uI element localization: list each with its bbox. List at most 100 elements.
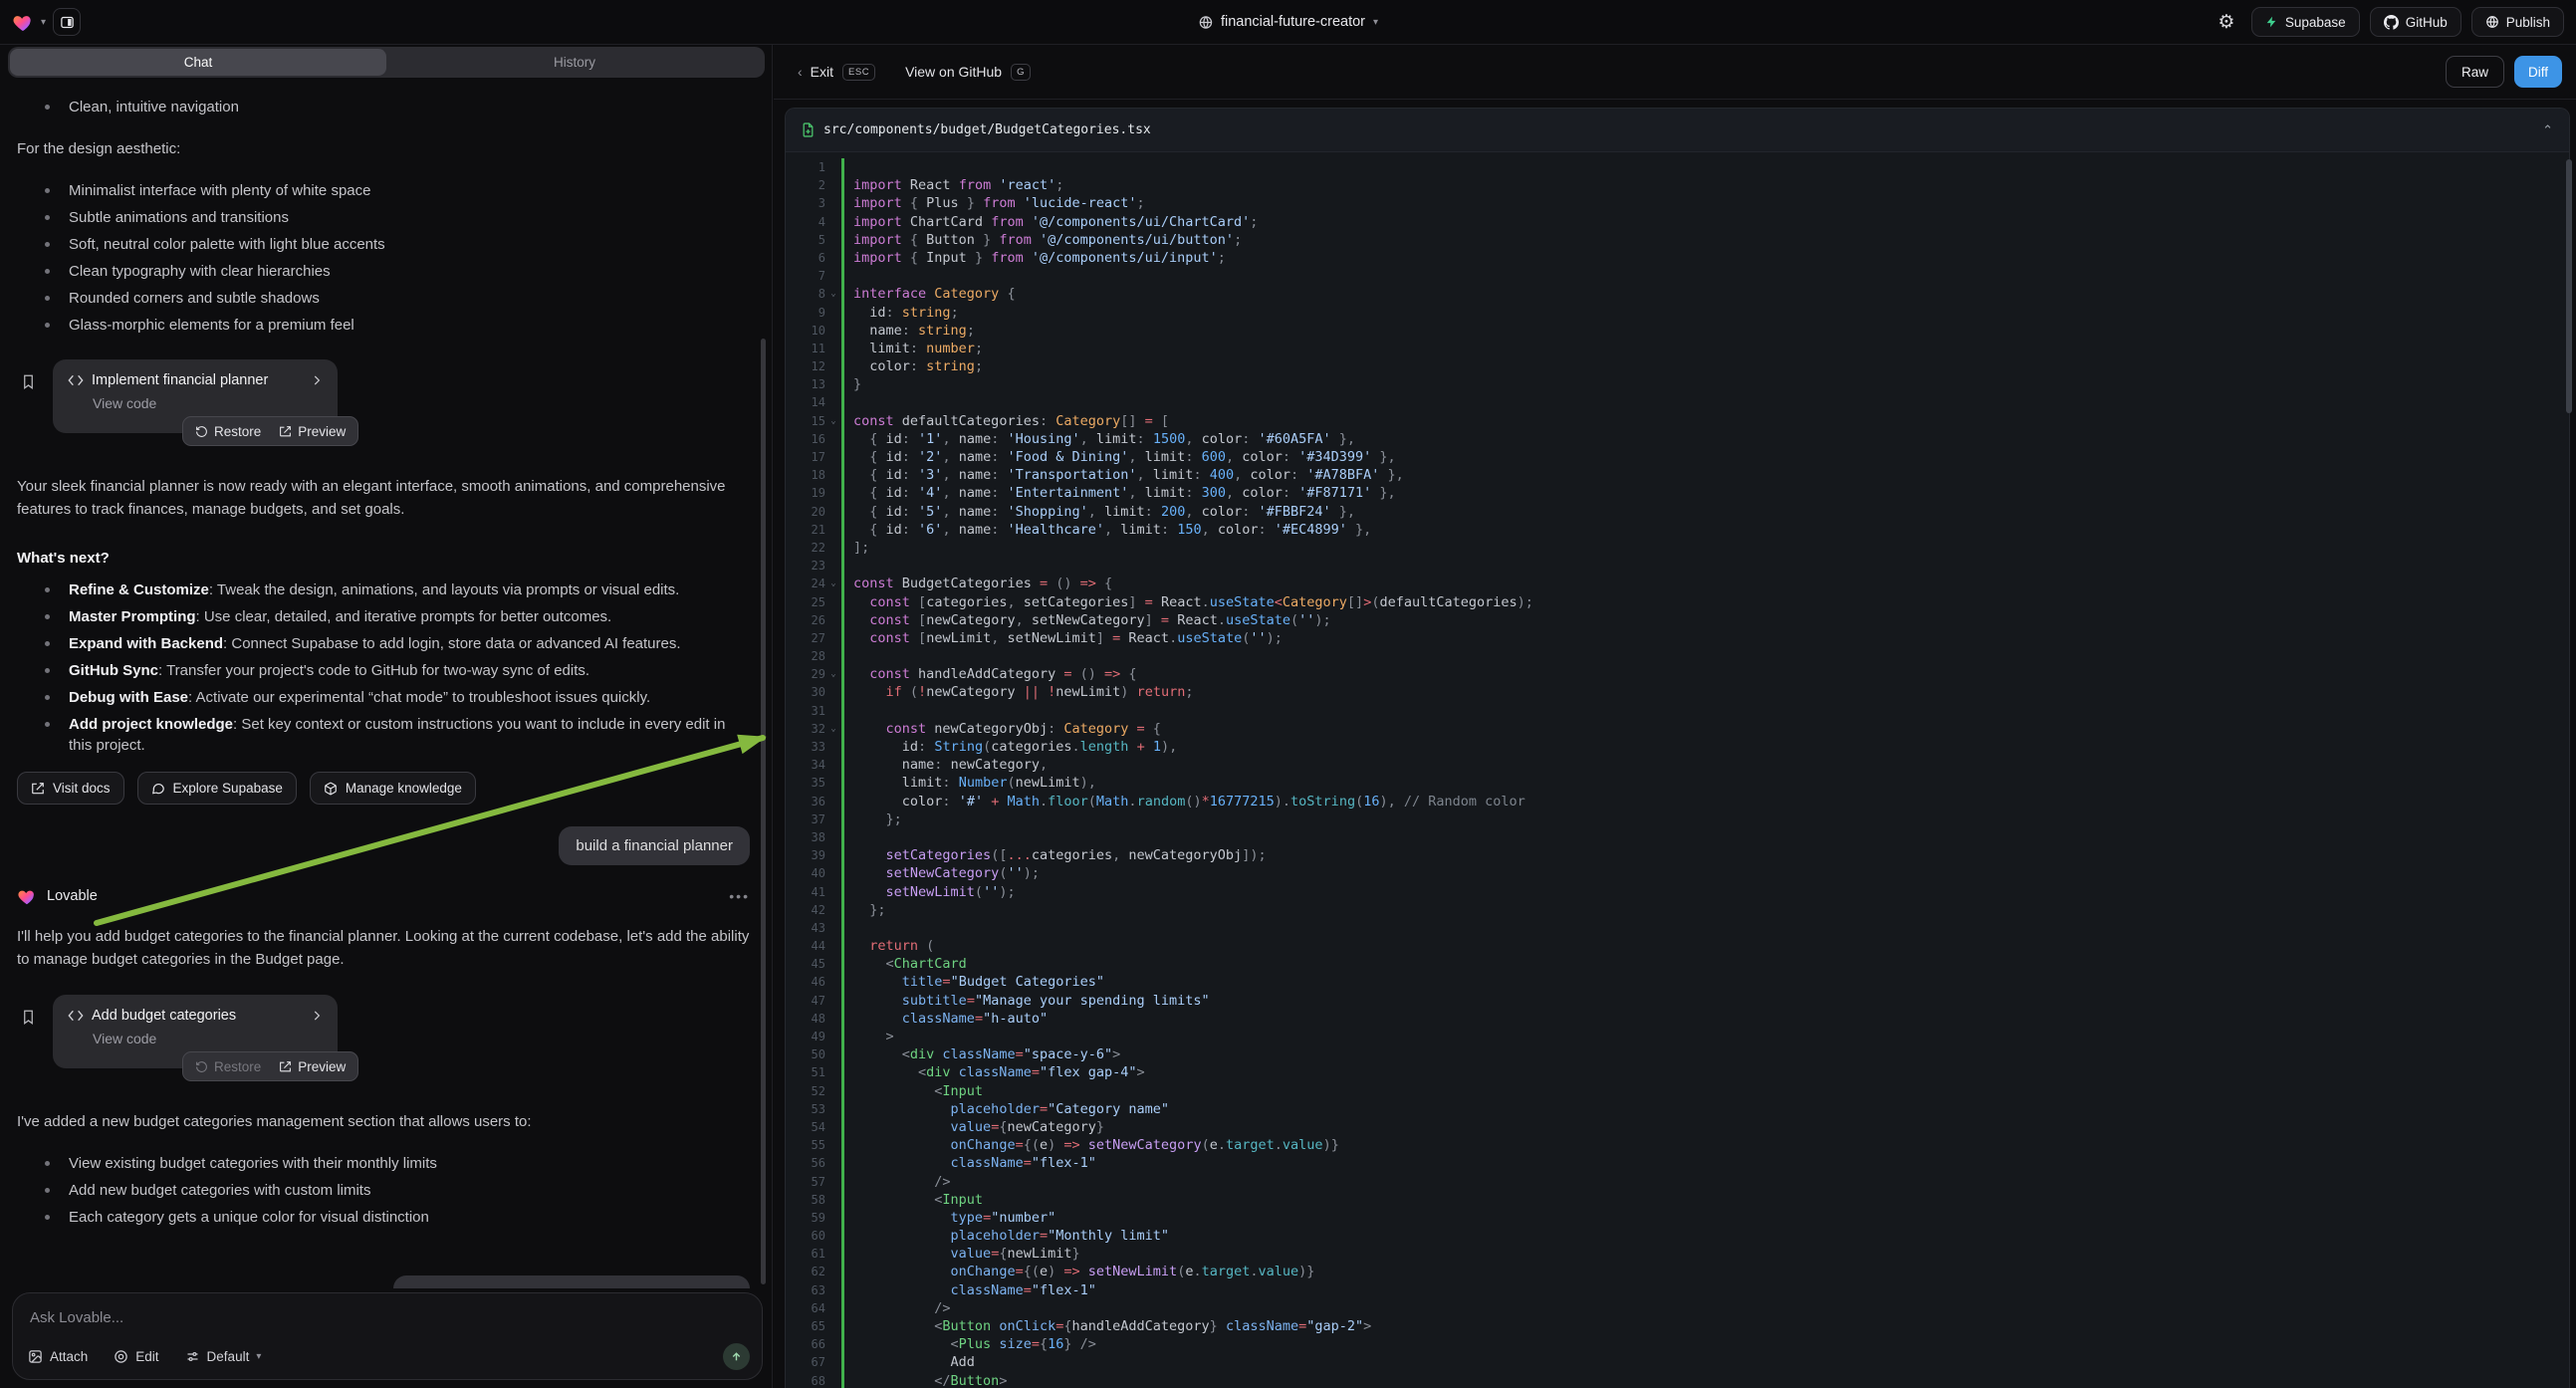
chat-scrollbar[interactable] bbox=[761, 339, 766, 1284]
lovable-logo[interactable] bbox=[12, 12, 34, 32]
chip-explore-supabase[interactable]: Explore Supabase bbox=[137, 772, 297, 805]
line-content bbox=[841, 158, 2569, 176]
line-number: 45 bbox=[786, 955, 825, 973]
composer[interactable]: Ask Lovable... Attach Edit bbox=[12, 1292, 763, 1380]
code-line: 58 <Input bbox=[786, 1191, 2569, 1209]
file-header[interactable]: src/components/budget/BudgetCategories.t… bbox=[786, 109, 2569, 152]
restore-button[interactable]: Restore bbox=[195, 1059, 261, 1074]
fold-gutter bbox=[825, 955, 841, 973]
diff-button[interactable]: Diff bbox=[2514, 56, 2562, 88]
view-code-link[interactable]: View code bbox=[93, 1031, 324, 1046]
line-content: import React from 'react'; bbox=[841, 176, 2569, 194]
line-number: 26 bbox=[786, 611, 825, 629]
restore-button[interactable]: Restore bbox=[195, 424, 261, 439]
fold-chevron-icon[interactable]: ⌄ bbox=[825, 285, 841, 303]
line-content: }; bbox=[841, 810, 2569, 828]
fold-gutter bbox=[825, 539, 841, 557]
settings-button[interactable]: ⚙ bbox=[2212, 7, 2241, 37]
fold-chevron-icon[interactable]: ⌄ bbox=[825, 412, 841, 430]
chat-bullet-list: View existing budget categories with the… bbox=[17, 1153, 750, 1228]
chip-label: Manage knowledge bbox=[346, 781, 462, 796]
code-line: 39 setCategories([...categories, newCate… bbox=[786, 846, 2569, 864]
view-on-github-button[interactable]: View on GitHub G bbox=[905, 64, 1031, 81]
line-content bbox=[841, 828, 2569, 846]
bookmark-icon[interactable] bbox=[21, 1009, 36, 1030]
line-number: 51 bbox=[786, 1063, 825, 1081]
fold-chevron-icon[interactable]: ⌄ bbox=[825, 720, 841, 738]
line-number: 42 bbox=[786, 901, 825, 919]
line-number: 11 bbox=[786, 340, 825, 357]
code-line: 38 bbox=[786, 828, 2569, 846]
collapse-chevron-icon[interactable]: ⌃ bbox=[2542, 122, 2553, 138]
line-number: 66 bbox=[786, 1335, 825, 1353]
raw-button[interactable]: Raw bbox=[2446, 56, 2504, 88]
version-hover-toolbar: Restore Preview bbox=[182, 1051, 358, 1081]
line-content: color: string; bbox=[841, 357, 2569, 375]
line-number: 62 bbox=[786, 1263, 825, 1280]
edit-button[interactable]: Edit bbox=[114, 1349, 158, 1364]
fold-chevron-icon[interactable]: ⌄ bbox=[825, 575, 841, 592]
github-button[interactable]: GitHub bbox=[2370, 7, 2461, 37]
chevron-down-icon[interactable]: ▾ bbox=[41, 17, 46, 28]
chat-paragraph: I've added a new budget categories manag… bbox=[17, 1110, 750, 1133]
line-number: 13 bbox=[786, 375, 825, 393]
code-line: 32⌄ const newCategoryObj: Category = { bbox=[786, 720, 2569, 738]
fold-gutter bbox=[825, 611, 841, 629]
chip-visit-docs[interactable]: Visit docs bbox=[17, 772, 124, 805]
list-item: Refine & Customize: Tweak the design, an… bbox=[69, 579, 750, 600]
code-line: 14 bbox=[786, 393, 2569, 411]
code-line: 6import { Input } from '@/components/ui/… bbox=[786, 249, 2569, 267]
chip-label: Visit docs bbox=[53, 781, 111, 796]
send-button[interactable] bbox=[723, 1343, 750, 1370]
preview-button[interactable]: Preview bbox=[279, 424, 346, 439]
chevron-right-icon[interactable] bbox=[310, 1009, 324, 1023]
fold-gutter bbox=[825, 901, 841, 919]
chip-manage-knowledge[interactable]: Manage knowledge bbox=[310, 772, 476, 805]
toggle-sidebar-button[interactable] bbox=[53, 8, 81, 36]
exit-button[interactable]: ‹ Exit ESC bbox=[798, 64, 875, 81]
preview-button[interactable]: Preview bbox=[279, 1059, 346, 1074]
supabase-icon bbox=[2265, 15, 2278, 29]
project-menu[interactable]: financial-future-creator ▾ bbox=[1198, 14, 1378, 30]
version-card-title: Implement financial planner bbox=[92, 372, 302, 388]
line-number: 2 bbox=[786, 176, 825, 194]
view-code-link[interactable]: View code bbox=[93, 395, 324, 411]
chat-input[interactable]: Ask Lovable... bbox=[30, 1309, 123, 1326]
fold-gutter bbox=[825, 593, 841, 611]
message-menu-button[interactable]: ••• bbox=[729, 888, 750, 904]
code-line: 22]; bbox=[786, 539, 2569, 557]
line-content bbox=[841, 702, 2569, 720]
line-content: interface Category { bbox=[841, 285, 2569, 303]
line-content: <div className="flex gap-4"> bbox=[841, 1063, 2569, 1081]
mode-selector[interactable]: Default ▾ bbox=[185, 1349, 262, 1364]
line-number: 65 bbox=[786, 1317, 825, 1335]
tab-chat[interactable]: Chat bbox=[10, 49, 386, 76]
line-number: 33 bbox=[786, 738, 825, 756]
line-content: name: newCategory, bbox=[841, 756, 2569, 774]
publish-button[interactable]: Publish bbox=[2471, 7, 2564, 37]
fold-gutter bbox=[825, 828, 841, 846]
fold-gutter bbox=[825, 883, 841, 901]
line-content: value={newLimit} bbox=[841, 1245, 2569, 1263]
file-added-icon bbox=[802, 122, 815, 137]
chevron-right-icon[interactable] bbox=[310, 373, 324, 387]
fold-gutter bbox=[825, 756, 841, 774]
supabase-label: Supabase bbox=[2285, 15, 2346, 30]
attach-button[interactable]: Attach bbox=[28, 1349, 88, 1364]
bookmark-icon[interactable] bbox=[21, 373, 36, 394]
line-number: 14 bbox=[786, 393, 825, 411]
tab-history[interactable]: History bbox=[386, 49, 763, 76]
line-content: className="h-auto" bbox=[841, 1010, 2569, 1028]
fold-gutter bbox=[825, 992, 841, 1010]
code-line: 17 { id: '2', name: 'Food & Dining', lim… bbox=[786, 448, 2569, 466]
line-content: { id: '5', name: 'Shopping', limit: 200,… bbox=[841, 503, 2569, 521]
fold-gutter bbox=[825, 466, 841, 484]
code-scrollbar[interactable] bbox=[2566, 159, 2572, 413]
supabase-button[interactable]: Supabase bbox=[2251, 7, 2360, 37]
fold-gutter bbox=[825, 937, 841, 955]
fold-gutter bbox=[825, 430, 841, 448]
code-editor[interactable]: 12import React from 'react';3import { Pl… bbox=[786, 152, 2569, 1388]
chat-paragraph: For the design aesthetic: bbox=[17, 137, 750, 160]
code-line: 45 <ChartCard bbox=[786, 955, 2569, 973]
fold-chevron-icon[interactable]: ⌄ bbox=[825, 665, 841, 683]
